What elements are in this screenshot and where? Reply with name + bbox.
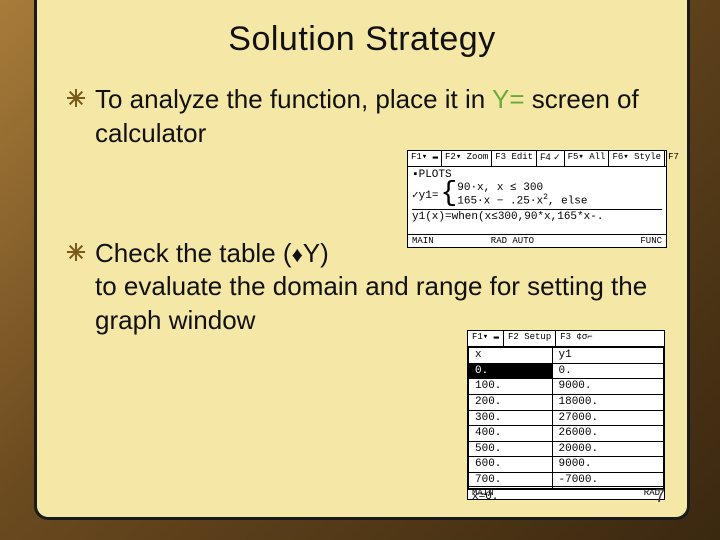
calc2-menu-f2: F2 Setup bbox=[504, 331, 556, 346]
bullet-2-text: Check the table (♦Y) to evaluate the dom… bbox=[95, 237, 657, 338]
calc2-status-left: MAIN bbox=[468, 487, 498, 499]
table-cell-x: 0. bbox=[469, 363, 553, 379]
table-cell-y1: 9000. bbox=[552, 379, 664, 395]
bullet-2-y: Y) bbox=[303, 238, 329, 268]
bullet-2-post: to evaluate the domain and range for set… bbox=[95, 271, 647, 335]
calc1-menu-f7: F7 bbox=[665, 151, 682, 166]
bullet-1-text: To analyze the function, place it in Y= … bbox=[95, 83, 657, 151]
calc1-status-right: FUNC bbox=[636, 235, 666, 247]
calc1-status-left: MAIN bbox=[408, 235, 438, 247]
table-cell-y1: 26000. bbox=[552, 426, 664, 442]
table-cell-x: 600. bbox=[469, 457, 553, 473]
calculator-screenshot-y-editor: F1▾ ▬ F2▾ Zoom F3 Edit F4 ✓ F5▾ All F6▾ … bbox=[407, 150, 667, 248]
table-row: 600.9000. bbox=[469, 457, 664, 473]
calc1-menu-f3: F3 Edit bbox=[492, 151, 537, 166]
calculator-screenshot-table: F1▾ ▬ F2 Setup F3 ¢σ⌐ x y1 0.0. 100.9000… bbox=[467, 330, 665, 500]
table-cell-x: 300. bbox=[469, 410, 553, 426]
table-header-y1: y1 bbox=[552, 348, 664, 364]
table-header-x: x bbox=[469, 348, 553, 364]
calc1-menu-f5: F5▾ All bbox=[565, 151, 610, 166]
table-cell-y1: 20000. bbox=[552, 441, 664, 457]
table-row: 200.18000. bbox=[469, 394, 664, 410]
table-cell-x: 200. bbox=[469, 394, 553, 410]
calc1-status-bar: MAIN RAD AUTO FUNC bbox=[408, 234, 666, 247]
page-number: 7 bbox=[655, 486, 665, 507]
calc1-body: ▪PLOTS ✓y1={ 90·x, x ≤ 300 165·x − .25·x… bbox=[408, 167, 666, 226]
table-row: 300.27000. bbox=[469, 410, 664, 426]
diamond-key-icon: ♦ bbox=[292, 242, 303, 267]
compass-star-icon bbox=[67, 243, 85, 261]
table-cell-y1: 27000. bbox=[552, 410, 664, 426]
table-cell-y1: 18000. bbox=[552, 394, 664, 410]
calc1-piecewise: 90·x, x ≤ 300 165·x − .25·x2, else bbox=[457, 182, 587, 208]
calc1-menu-f4: F4 ✓ bbox=[537, 151, 565, 166]
calc1-status-mid: RAD AUTO bbox=[487, 235, 538, 247]
calc2-status-bar: MAIN RAD bbox=[468, 486, 664, 499]
calc1-menu-bar: F1▾ ▬ F2▾ Zoom F3 Edit F4 ✓ F5▾ All F6▾ … bbox=[408, 151, 666, 167]
calc1-menu-f2: F2▾ Zoom bbox=[442, 151, 492, 166]
calc1-entry-line: y1(x)=when(x≤300,90*x,165*x-. bbox=[412, 209, 662, 224]
bullet-1-pre: To analyze the function, place it in bbox=[95, 84, 492, 114]
calc1-menu-f6: F6▾ Style bbox=[609, 151, 665, 166]
calc1-piecewise-line1: 90·x, x ≤ 300 bbox=[457, 182, 587, 194]
table-row: 500.20000. bbox=[469, 441, 664, 457]
table-row: 100.9000. bbox=[469, 379, 664, 395]
calc2-table: x y1 0.0. 100.9000. 200.18000. 300.27000… bbox=[468, 347, 664, 489]
table-cell-x: 400. bbox=[469, 426, 553, 442]
table-cell-y1: 9000. bbox=[552, 457, 664, 473]
table-header-row: x y1 bbox=[469, 348, 664, 364]
calc2-menu-bar: F1▾ ▬ F2 Setup F3 ¢σ⌐ bbox=[468, 331, 664, 347]
table-row: 0.0. bbox=[469, 363, 664, 379]
calc1-piecewise-line2: 165·x − .25·x2, else bbox=[457, 194, 587, 208]
calc2-menu-f3: F3 ¢σ⌐ bbox=[556, 331, 596, 346]
table-row: 400.26000. bbox=[469, 426, 664, 442]
left-brace-icon: { bbox=[440, 186, 457, 203]
table-cell-y1: 0. bbox=[552, 363, 664, 379]
calc1-menu-f1: F1▾ ▬ bbox=[408, 151, 442, 166]
table-cell-x: 500. bbox=[469, 441, 553, 457]
y-equals-highlight: Y= bbox=[492, 84, 525, 114]
calc1-y1-definition: ✓y1={ 90·x, x ≤ 300 165·x − .25·x2, else bbox=[412, 182, 662, 208]
slide-title: Solution Strategy bbox=[67, 20, 657, 59]
bullet-2: Check the table (♦Y) to evaluate the dom… bbox=[67, 237, 657, 338]
compass-star-icon bbox=[67, 89, 85, 107]
table-cell-x: 100. bbox=[469, 379, 553, 395]
bullet-2-pre: Check the table ( bbox=[95, 238, 292, 268]
calc1-y1-label: ✓y1= bbox=[412, 189, 438, 201]
slide-panel: Solution Strategy To analyze the functio… bbox=[34, 0, 690, 520]
bullet-1: To analyze the function, place it in Y= … bbox=[67, 83, 657, 151]
calc2-menu-f1: F1▾ ▬ bbox=[468, 331, 504, 346]
